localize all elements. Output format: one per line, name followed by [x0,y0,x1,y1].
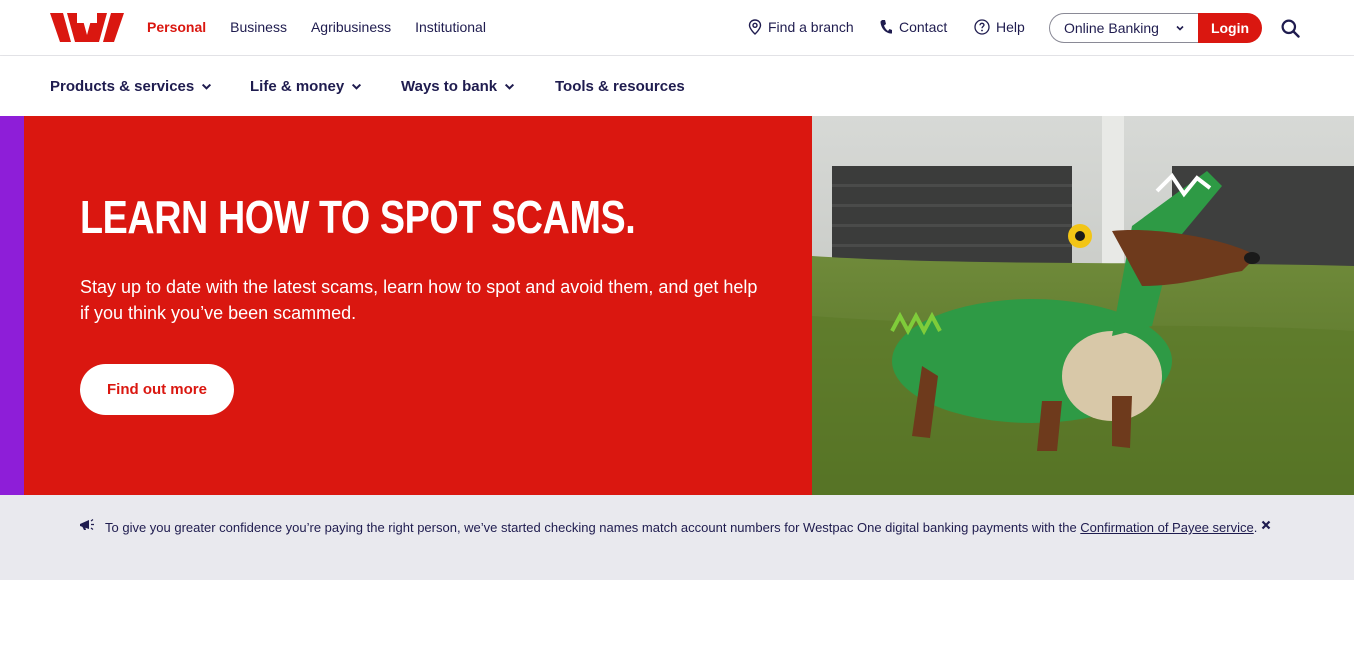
chevron-down-icon [505,83,515,90]
help-circle-icon [974,19,990,35]
brand-nav-institutional[interactable]: Institutional [415,19,486,35]
hero-banner: LEARN HOW TO SPOT SCAMS. Stay up to date… [0,116,1354,495]
megaphone-icon [80,519,94,530]
chevron-down-icon [352,83,362,90]
nav-ways-to-bank-label: Ways to bank [401,78,498,95]
notice-message: To give you greater confidence you’re pa… [105,517,1260,539]
westpac-logo[interactable] [50,13,124,42]
contact-label: Contact [899,19,948,35]
location-pin-icon [748,19,762,35]
confirmation-of-payee-link[interactable]: Confirmation of Payee service [1080,520,1253,535]
nav-tools-resources-label: Tools & resources [555,78,685,95]
hero-image [812,116,1354,495]
hero-description: Stay up to date with the latest scams, l… [80,277,758,323]
notice-end: . [1253,520,1258,535]
hero-accent-bar [0,116,24,495]
search-icon[interactable] [1281,19,1300,38]
top-bar: Personal Business Agribusiness Instituti… [0,0,1354,56]
notice-banner: To give you greater confidence you’re pa… [0,495,1354,580]
nav-products-services-label: Products & services [50,78,195,95]
find-out-more-button[interactable]: Find out more [80,364,234,415]
find-branch-link[interactable]: Find a branch [748,19,854,35]
online-banking-select[interactable]: Online Banking [1049,13,1199,43]
brand-nav-agribusiness[interactable]: Agribusiness [311,19,391,35]
hero-title: LEARN HOW TO SPOT SCAMS. [80,191,636,243]
contact-link[interactable]: Contact [879,19,947,35]
chevron-down-icon [202,83,212,90]
nav-ways-to-bank[interactable]: Ways to bank [401,78,515,95]
scrollbar[interactable] [1354,0,1366,651]
online-banking-value: Online Banking [1064,20,1159,36]
chevron-down-icon [1176,25,1184,31]
brand-nav: Personal Business Agribusiness Instituti… [147,19,486,35]
main-nav: Products & services Life & money Ways to… [0,56,1354,116]
find-branch-label: Find a branch [768,19,854,35]
nav-products-services[interactable]: Products & services [50,78,212,95]
login-button[interactable]: Login [1198,13,1262,43]
phone-icon [880,20,892,34]
nav-tools-resources[interactable]: Tools & resources [555,78,685,95]
nav-life-money[interactable]: Life & money [250,78,362,95]
notice-text: To give you greater confidence you’re pa… [105,520,1081,535]
help-label: Help [996,19,1025,35]
brand-nav-business[interactable]: Business [230,19,287,35]
brand-nav-personal[interactable]: Personal [147,19,206,35]
nav-life-money-label: Life & money [250,78,345,95]
help-link[interactable]: Help [974,19,1025,35]
close-icon[interactable] [1261,520,1271,530]
